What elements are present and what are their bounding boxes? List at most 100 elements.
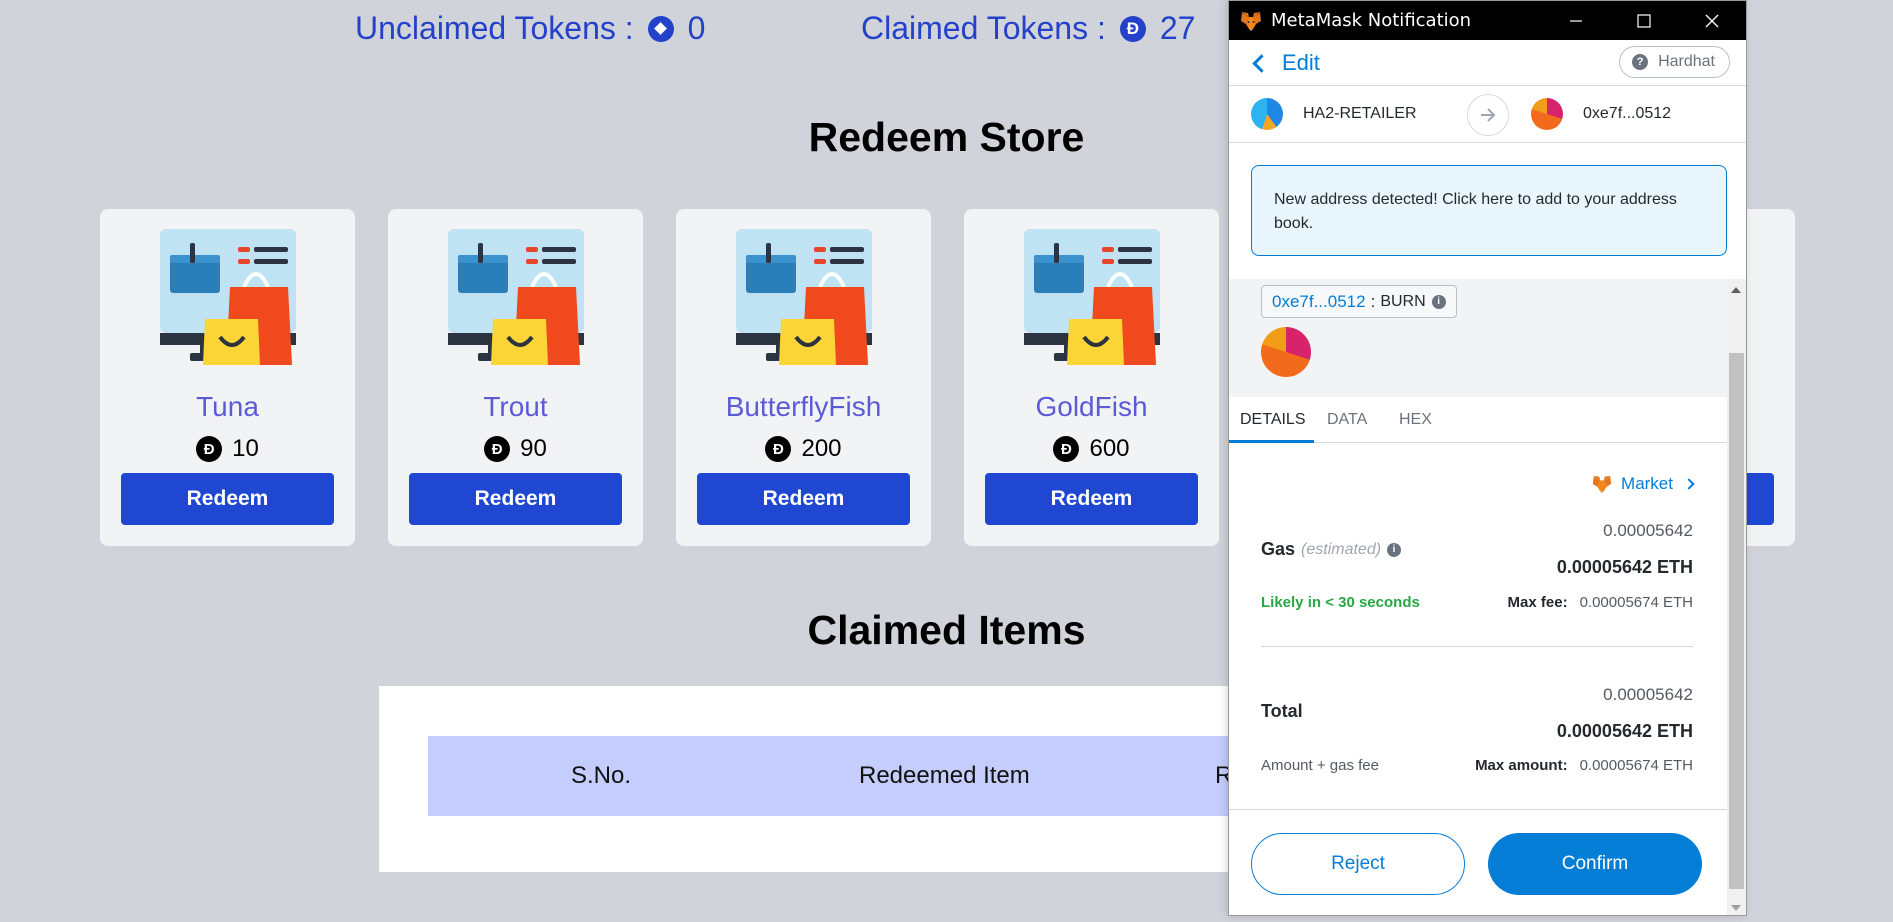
to-account-address: 0xe7f...0512 [1583,105,1672,122]
store-card: ButterflyFish Đ 200 Redeem [676,209,931,546]
tab-hex[interactable]: HEX [1399,411,1432,429]
unclaimed-value: 0 [687,10,706,46]
table-header-row: S.No. Redeemed Item R [428,736,1239,816]
redeem-button[interactable]: Redeem [697,473,910,525]
token-coin-icon: Đ [1053,436,1080,462]
market-fox-icon [1592,475,1612,494]
network-name: Hardhat [1658,53,1715,70]
arrow-icon [1481,108,1496,122]
price-value: 90 [520,435,547,462]
shopping-basket-icon [736,229,872,365]
metamask-window: MetaMask Notification Edit ? Hardhat HA2… [1228,0,1747,916]
item-name: Trout [483,391,548,422]
claimed-label: Claimed Tokens : [861,10,1106,46]
contract-address-link[interactable]: 0xe7f...0512 [1272,292,1366,312]
item-price: Đ 600 [964,435,1219,463]
maximize-button[interactable] [1610,1,1678,40]
method-separator: : [1370,291,1376,311]
network-question-icon: ? [1632,54,1649,70]
total-label: Total [1261,701,1303,721]
redeem-button[interactable]: Redeem [409,473,622,525]
minimize-icon [1570,19,1582,22]
total-value-eth: 0.00005642 ETH [1556,721,1693,741]
item-name: ButterflyFish [725,391,882,422]
to-account-avatar [1531,98,1563,130]
max-amount-label: Max amount: [1475,757,1568,774]
store-card: GoldFish Đ 600 Redeem [964,209,1219,546]
item-price: Đ 10 [100,435,355,463]
total-value: 0.00005642 [1603,685,1693,704]
gas-value-eth: 0.00005642 ETH [1556,557,1693,577]
metamask-fox-icon [1241,11,1261,31]
shopping-basket-icon [1024,229,1160,365]
minimize-button[interactable] [1542,1,1610,40]
divider [1261,646,1693,647]
gas-label: Gas [1261,539,1296,559]
maximize-icon [1637,13,1651,28]
close-button[interactable] [1678,1,1746,40]
token-coin-icon: Đ [484,436,511,462]
item-price: Đ 200 [676,435,931,463]
window-titlebar: MetaMask Notification [1229,1,1746,40]
chevron-left-icon [1252,53,1271,73]
claimed-tokens: Claimed Tokens : Đ 27 [861,10,1195,47]
claimed-items-table: S.No. Redeemed Item R [379,686,1239,872]
partial-card [1740,209,1795,546]
edit-label: Edit [1282,50,1320,75]
price-value: 600 [1089,435,1130,462]
claimed-value: 27 [1159,10,1196,46]
price-value: 200 [801,435,842,462]
token-coin-icon: Đ [765,436,792,462]
window-title: MetaMask Notification [1271,10,1472,31]
accounts-row: HA2-RETAILER 0xe7f...0512 [1229,86,1746,143]
scroll-up-icon[interactable] [1731,287,1741,293]
max-fee: Max fee: 0.00005674 ETH [1508,594,1693,611]
scroll-thumb[interactable] [1729,353,1744,889]
details-tabs: DETAILS DATA HEX [1229,397,1729,443]
max-fee-value: 0.00005674 ETH [1579,594,1693,611]
token-coin-icon: Đ [1119,15,1146,42]
confirm-button[interactable]: Confirm [1488,833,1702,895]
redeem-button[interactable]: Redeem [121,473,334,525]
tab-data[interactable]: DATA [1327,411,1367,429]
from-account-name: HA2-RETAILER [1303,105,1417,122]
footer-divider [1229,809,1729,810]
close-icon [1705,14,1719,27]
unclaimed-label: Unclaimed Tokens : [355,10,634,46]
arrow-right-icon [1467,94,1509,136]
max-amount-value: 0.00005674 ETH [1579,757,1693,774]
item-price: Đ 90 [388,435,643,463]
method-name: BURN [1380,292,1426,310]
scrollbar[interactable] [1727,279,1746,915]
reject-button[interactable]: Reject [1251,833,1465,895]
tab-details[interactable]: DETAILS [1240,411,1306,429]
store-card: Trout Đ 90 Redeem [388,209,643,546]
edit-back-button[interactable]: Edit [1252,50,1320,76]
from-account-avatar [1251,98,1283,130]
to-account[interactable]: 0xe7f...0512 [1531,98,1671,130]
likely-time: Likely in < 30 seconds [1261,594,1420,611]
market-link[interactable]: Market [1591,473,1695,495]
shopping-basket-icon [448,229,584,365]
method-section: 0xe7f...0512 : BURN i [1229,279,1729,397]
redeem-button[interactable]: Redeem [985,473,1198,525]
header-sno: S.No. [571,762,632,789]
header-redeemed-item: Redeemed Item [859,762,1030,789]
item-name: Tuna [196,391,259,422]
gas-info-icon[interactable]: i [1387,542,1402,557]
info-icon[interactable]: i [1431,294,1446,309]
price-value: 10 [232,435,259,462]
store-card: Tuna Đ 10 Redeem [100,209,355,546]
gas-label-row: Gas (estimated) i [1261,539,1402,560]
network-selector[interactable]: ? Hardhat [1619,46,1730,78]
token-coin-icon: Đ [196,436,223,462]
new-address-notice[interactable]: New address detected! Click here to add … [1251,165,1727,256]
scroll-down-icon[interactable] [1731,905,1741,911]
edit-row: Edit ? Hardhat [1229,40,1746,86]
unclaimed-tokens: Unclaimed Tokens : 0 [355,10,705,47]
token-diamond-icon [647,15,674,42]
method-chip: 0xe7f...0512 : BURN i [1261,285,1457,318]
tab-underline [1229,440,1314,443]
item-name: GoldFish [1035,391,1148,422]
from-account[interactable]: HA2-RETAILER [1251,98,1417,130]
